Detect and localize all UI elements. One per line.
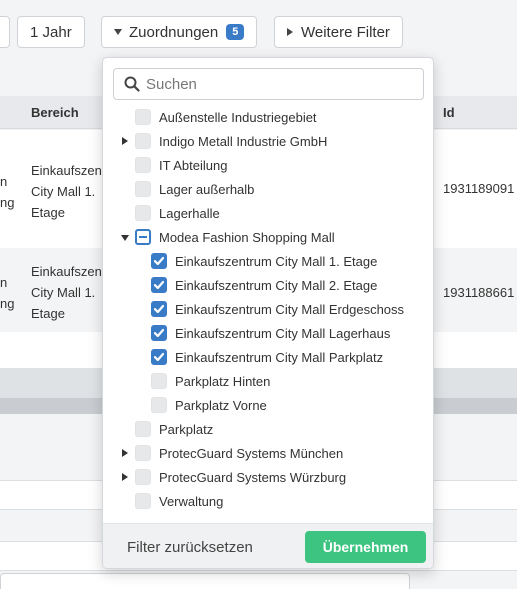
tree-item-label: Einkaufszentrum City Mall Parkplatz [175, 349, 384, 365]
tree-item-checkbox[interactable] [151, 397, 167, 413]
tree-item-checkbox[interactable] [135, 229, 151, 245]
more-filters-button[interactable]: Weitere Filter [274, 16, 403, 48]
tree-item-checkbox[interactable] [151, 325, 167, 341]
tree-item[interactable]: ProtecGuard Systems München [103, 441, 433, 465]
search-placeholder: Suchen [146, 75, 197, 93]
row-cell-bereich: Einkaufszen [31, 264, 102, 279]
tree-item-label: Einkaufszentrum City Mall 1. Etage [175, 253, 378, 269]
tree-item[interactable]: Parkplatz [103, 417, 433, 441]
tree-item-checkbox[interactable] [135, 157, 151, 173]
checkmark-icon [153, 256, 165, 266]
tree-item-checkbox[interactable] [135, 205, 151, 221]
tree-item[interactable]: Einkaufszentrum City Mall 1. Etage [103, 249, 433, 273]
checkmark-icon [153, 280, 165, 290]
tree-item-checkbox[interactable] [151, 253, 167, 269]
tree-item-checkbox[interactable] [135, 181, 151, 197]
tree-item-label: Außenstelle Industriegebiet [159, 109, 317, 125]
row-cell-left: n [0, 275, 8, 290]
tree-item-label: Lager außerhalb [159, 181, 255, 197]
chevron-right-icon[interactable] [122, 473, 128, 481]
tree-item-label: ProtecGuard Systems Würzburg [159, 469, 347, 485]
search-input[interactable]: Suchen [113, 68, 424, 100]
row-cell-left: ng [0, 296, 15, 311]
reset-filter-link[interactable]: Filter zurücksetzen [127, 539, 253, 556]
assignments-filter-label: Zuordnungen [129, 23, 219, 41]
column-header-bereich: Bereich [31, 105, 79, 120]
tree-item[interactable]: Außenstelle Industriegebiet [103, 105, 433, 129]
tree-item[interactable]: Einkaufszentrum City Mall 2. Etage [103, 273, 433, 297]
tree-item-label: Parkplatz Vorne [175, 397, 267, 413]
tree-item-label: Einkaufszentrum City Mall Erdgeschoss [175, 301, 405, 317]
tree-item[interactable]: Einkaufszentrum City Mall Lagerhaus [103, 321, 433, 345]
apply-button[interactable]: Übernehmen [305, 531, 426, 563]
row-cell-bereich: Etage [31, 205, 65, 220]
apply-button-label: Übernehmen [322, 539, 409, 555]
tree-item-checkbox[interactable] [151, 277, 167, 293]
row-cell-bereich: City Mall 1. [31, 184, 96, 199]
tree-item[interactable]: Lagerhalle [103, 201, 433, 225]
assignments-filter-button[interactable]: Zuordnungen 5 [101, 16, 258, 48]
tree-item[interactable]: Parkplatz Hinten [103, 369, 433, 393]
row-cell-left: ng [0, 195, 15, 210]
column-header-id: Id [443, 105, 455, 120]
tree-item-label: Indigo Metall Industrie GmbH [159, 133, 328, 149]
row-cell-bereich: City Mall 1. [31, 285, 96, 300]
checkmark-icon [153, 304, 165, 314]
row-cell-id: 1931189091 [443, 181, 515, 196]
tree-item-label: Parkplatz Hinten [175, 373, 271, 389]
more-filters-label: Weitere Filter [301, 23, 390, 41]
tree-item-checkbox[interactable] [135, 421, 151, 437]
row-cell-id: 1931188661 [443, 285, 515, 300]
tree-item-label: Verwaltung [159, 493, 224, 509]
filter-button-cut[interactable] [0, 16, 10, 48]
tree-item[interactable]: ProtecGuard Systems Würzburg [103, 465, 433, 489]
tree-item-checkbox[interactable] [151, 349, 167, 365]
tree-item[interactable]: Einkaufszentrum City Mall Erdgeschoss [103, 297, 433, 321]
chevron-right-icon[interactable] [122, 137, 128, 145]
row-cell-bereich: Einkaufszen [31, 163, 102, 178]
dropdown-footer: Filter zurücksetzen Übernehmen [103, 523, 433, 568]
row-cell-left: n [0, 174, 8, 189]
assignments-count-badge: 5 [226, 24, 245, 40]
search-icon [124, 76, 140, 92]
assignment-tree: Außenstelle Industriegebiet Indigo Metall… [103, 105, 433, 513]
chevron-right-icon[interactable] [122, 449, 128, 457]
row-cell-bereich: Etage [31, 306, 65, 321]
tree-item-label: Parkplatz [159, 421, 214, 437]
year-filter-button[interactable]: 1 Jahr [17, 16, 85, 48]
tree-item-label: Lagerhalle [159, 205, 220, 221]
tree-item-label: Einkaufszentrum City Mall Lagerhaus [175, 325, 391, 341]
text-input[interactable] [0, 573, 410, 589]
tree-item-checkbox[interactable] [135, 133, 151, 149]
checkmark-icon [153, 352, 165, 362]
tree-item[interactable]: Parkplatz Vorne [103, 393, 433, 417]
tree-item[interactable]: Modea Fashion Shopping Mall [103, 225, 433, 249]
tree-item-checkbox[interactable] [151, 301, 167, 317]
tree-item[interactable]: IT Abteilung [103, 153, 433, 177]
tree-item-checkbox[interactable] [135, 469, 151, 485]
chevron-right-icon [287, 28, 293, 36]
year-filter-label: 1 Jahr [30, 23, 72, 41]
tree-item[interactable]: Einkaufszentrum City Mall Parkplatz [103, 345, 433, 369]
checkmark-icon [153, 328, 165, 338]
tree-item-checkbox[interactable] [135, 109, 151, 125]
chevron-down-icon [114, 29, 122, 35]
tree-item-checkbox[interactable] [135, 445, 151, 461]
tree-item[interactable]: Indigo Metall Industrie GmbH [103, 129, 433, 153]
tree-item-checkbox[interactable] [135, 493, 151, 509]
tree-item-label: Einkaufszentrum City Mall 2. Etage [175, 277, 378, 293]
tree-item[interactable]: Verwaltung [103, 489, 433, 513]
tree-item-label: IT Abteilung [159, 157, 228, 173]
filter-bar: 1 Jahr Zuordnungen 5 Weitere Filter [0, 0, 517, 62]
chevron-down-icon[interactable] [121, 235, 129, 241]
assignments-dropdown: Suchen Außenstelle Industriegebiet Indigo… [102, 57, 434, 569]
tree-item-checkbox[interactable] [151, 373, 167, 389]
tree-item[interactable]: Lager außerhalb [103, 177, 433, 201]
tree-item-label: ProtecGuard Systems München [159, 445, 344, 461]
tree-item-label: Modea Fashion Shopping Mall [159, 229, 335, 245]
